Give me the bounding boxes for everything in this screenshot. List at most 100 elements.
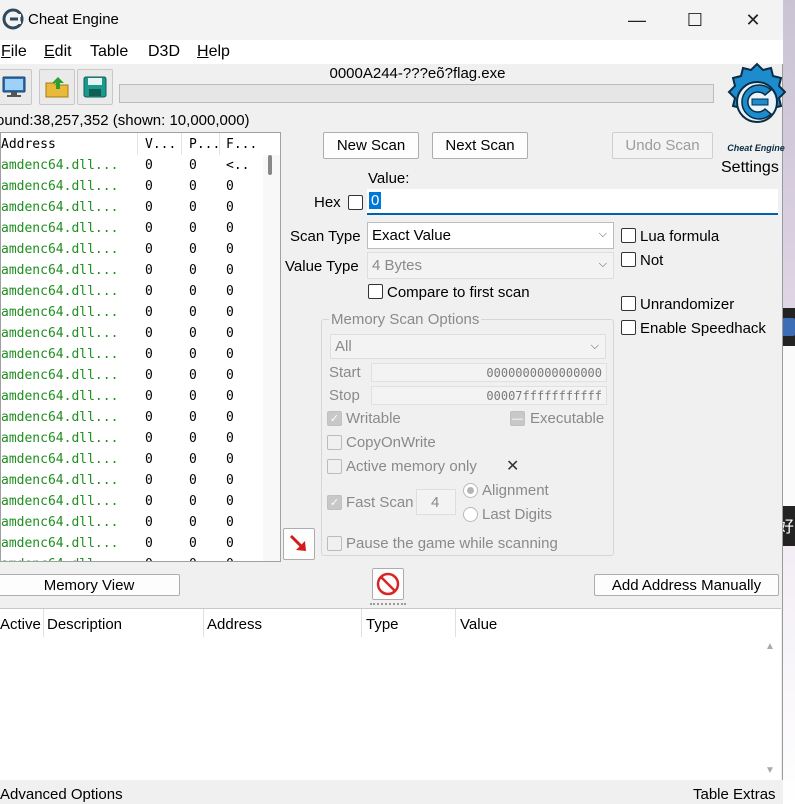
results-row[interactable]: amdenc64.dll... 0 0 0 — [1, 302, 263, 323]
stop-address-input[interactable]: 00007fffffffffff — [371, 386, 607, 405]
add-address-manually-button[interactable]: Add Address Manually — [594, 574, 779, 596]
executable-label: Executable — [530, 410, 605, 427]
address-table-header-divider[interactable] — [203, 609, 204, 637]
results-row[interactable]: amdenc64.dll... 0 0 0 — [1, 533, 263, 554]
active-memory-checkbox[interactable] — [327, 459, 342, 474]
writable-checkbox[interactable]: ✓ — [327, 411, 342, 426]
results-row[interactable]: amdenc64.dll... 0 0 0 — [1, 344, 263, 365]
scroll-up-icon[interactable]: ▲ — [765, 641, 775, 652]
value-input[interactable]: 0 — [367, 189, 778, 215]
speedhack-checkbox[interactable] — [621, 320, 636, 335]
result-address: amdenc64.dll... — [1, 431, 119, 446]
results-row[interactable]: amdenc64.dll... 0 0 0 — [1, 491, 263, 512]
not-label: Not — [640, 252, 664, 269]
open-process-button[interactable] — [0, 69, 32, 105]
hex-checkbox[interactable] — [348, 195, 363, 210]
menu-file[interactable]: File — [1, 43, 27, 61]
results-header-divider[interactable] — [219, 133, 220, 155]
value-type-select[interactable]: 4 Bytes ⌵ — [367, 252, 614, 279]
lua-formula-checkbox[interactable] — [621, 228, 636, 243]
results-row[interactable]: amdenc64.dll... 0 0 0 — [1, 176, 263, 197]
scroll-down-icon[interactable]: ▼ — [765, 765, 775, 776]
results-scroll-thumb[interactable] — [268, 155, 272, 175]
menu-edit[interactable]: Edit — [44, 43, 72, 61]
results-row[interactable]: amdenc64.dll... 0 0 0 — [1, 281, 263, 302]
menu-help[interactable]: Help — [197, 43, 230, 61]
address-table-header-address[interactable]: Address — [207, 616, 262, 633]
results-header-previous[interactable]: P... — [189, 137, 220, 152]
save-button[interactable] — [77, 69, 113, 105]
address-table-header-type[interactable]: Type — [366, 616, 399, 633]
open-file-button[interactable] — [39, 69, 75, 105]
memory-region-select[interactable]: All ⌵ — [330, 334, 606, 359]
results-row[interactable]: amdenc64.dll... 0 0 0 — [1, 197, 263, 218]
results-row[interactable]: amdenc64.dll... 0 0 0 — [1, 260, 263, 281]
start-address-input[interactable]: 0000000000000000 — [371, 363, 607, 382]
pause-game-checkbox[interactable] — [327, 536, 342, 551]
address-table-header-divider[interactable] — [361, 609, 362, 637]
fast-scan-value-input[interactable]: 4 — [416, 489, 456, 515]
stop-button[interactable] — [372, 568, 404, 600]
pointer-arrow-button[interactable] — [283, 528, 315, 560]
results-header-divider[interactable] — [137, 133, 138, 155]
cheat-engine-logo-icon[interactable]: Cheat Engine — [716, 62, 786, 156]
undo-scan-button[interactable]: Undo Scan — [612, 132, 713, 159]
address-table-header-active[interactable]: Active — [0, 616, 41, 633]
close-icon[interactable]: ✕ — [506, 456, 519, 476]
results-header-first[interactable]: F... — [226, 137, 257, 152]
advanced-options-button[interactable]: Advanced Options — [0, 786, 123, 803]
settings-label[interactable]: Settings — [721, 159, 779, 177]
address-table-header-value[interactable]: Value — [460, 616, 497, 633]
results-row[interactable]: amdenc64.dll... 0 0 0 — [1, 323, 263, 344]
results-row[interactable]: amdenc64.dll... 0 0 0 — [1, 239, 263, 260]
results-row[interactable]: amdenc64.dll... 0 0 0 — [1, 365, 263, 386]
unrandomizer-checkbox[interactable] — [621, 296, 636, 311]
result-previous: 0 — [189, 515, 197, 530]
minimize-button[interactable]: — — [608, 0, 666, 40]
close-button[interactable]: ✕ — [724, 0, 782, 40]
alignment-radio[interactable] — [463, 483, 478, 498]
last-digits-radio[interactable] — [463, 507, 478, 522]
splitter-handle[interactable] — [370, 603, 406, 606]
compare-first-checkbox[interactable] — [368, 284, 383, 299]
maximize-button[interactable]: ☐ — [666, 0, 724, 40]
results-row[interactable]: amdenc64.dll... 0 0 0 — [1, 554, 263, 561]
address-table-scrollbar[interactable]: ▲ ▼ — [762, 637, 780, 781]
results-row[interactable]: amdenc64.dll... 0 0 <.. — [1, 155, 263, 176]
copy-on-write-checkbox[interactable] — [327, 435, 342, 450]
address-table-header-divider[interactable] — [455, 609, 456, 637]
address-table-header-description[interactable]: Description — [47, 616, 122, 633]
results-header-address[interactable]: Address — [1, 137, 56, 152]
result-first: 0 — [226, 410, 234, 425]
scan-results-list[interactable]: Address V... P... F... amdenc64.dll... 0 0… — [0, 132, 281, 562]
address-table[interactable]: Active Description Address Type Value ▲ … — [0, 608, 781, 780]
menu-d3d[interactable]: D3D — [148, 43, 180, 61]
address-table-header-divider[interactable] — [43, 609, 44, 637]
results-header-value[interactable]: V... — [145, 137, 176, 152]
alignment-label: Alignment — [482, 482, 549, 499]
menu-table[interactable]: Table — [90, 43, 128, 61]
fast-scan-checkbox[interactable]: ✓ — [327, 495, 342, 510]
new-scan-button[interactable]: New Scan — [323, 132, 419, 159]
results-row[interactable]: amdenc64.dll... 0 0 0 — [1, 218, 263, 239]
results-row[interactable]: amdenc64.dll... 0 0 0 — [1, 512, 263, 533]
next-scan-button[interactable]: Next Scan — [432, 132, 528, 159]
results-scrollbar[interactable] — [263, 155, 280, 561]
title-bar[interactable]: Cheat Engine — ☐ ✕ — [0, 0, 783, 40]
result-first: 0 — [226, 536, 234, 551]
results-row[interactable]: amdenc64.dll... 0 0 0 — [1, 386, 263, 407]
executable-checkbox[interactable]: — — [510, 411, 525, 426]
results-row[interactable]: amdenc64.dll... 0 0 0 — [1, 428, 263, 449]
result-previous: 0 — [189, 410, 197, 425]
table-extras-button[interactable]: Table Extras — [693, 786, 776, 803]
memory-view-button[interactable]: Memory View — [0, 574, 180, 596]
result-address: amdenc64.dll... — [1, 158, 119, 173]
result-address: amdenc64.dll... — [1, 536, 119, 551]
scan-type-select[interactable]: Exact Value ⌵ — [367, 222, 614, 249]
results-row[interactable]: amdenc64.dll... 0 0 0 — [1, 449, 263, 470]
results-row[interactable]: amdenc64.dll... 0 0 0 — [1, 407, 263, 428]
not-checkbox[interactable] — [621, 252, 636, 267]
results-row[interactable]: amdenc64.dll... 0 0 0 — [1, 470, 263, 491]
result-previous: 0 — [189, 431, 197, 446]
results-header-divider[interactable] — [181, 133, 182, 155]
